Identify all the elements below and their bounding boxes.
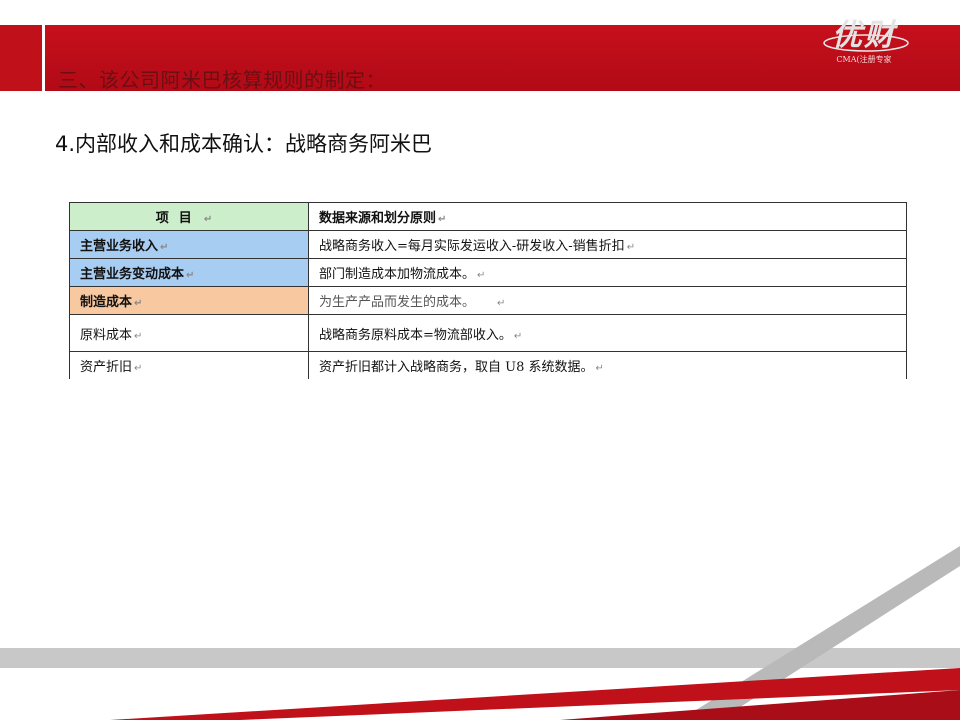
row-item-cell: 主营业务收入 ↵ (69, 230, 309, 259)
row-rule-text: 战略商务原料成本=物流部收入。 (319, 327, 512, 343)
return-mark-icon: ↵ (134, 330, 143, 342)
return-mark-icon: ↵ (513, 330, 523, 342)
return-mark-icon: ↵ (134, 298, 143, 309)
return-mark-icon: ↵ (626, 242, 636, 253)
table-row: 制造成本 ↵ 为生产产品而发生的成本。 ↵ (69, 286, 907, 315)
row-rule-cell: 资产折旧都计入战略商务，取自 U8 系统数据。 ↵ (308, 351, 907, 379)
row-rule-text: 部门制造成本加物流成本。 (319, 267, 476, 282)
section-title: 三、该公司阿米巴核算规则的制定： (58, 68, 386, 92)
slide: 三、该公司阿米巴核算规则的制定： 优财 CMA(注册专家 4.内部收入和成本确认… (0, 0, 960, 720)
logo-text: 优财 (832, 18, 896, 53)
table-row: 原料成本 ↵ 战略商务原料成本=物流部收入。 ↵ (69, 314, 907, 352)
row-item-cell: 制造成本 ↵ (69, 286, 309, 315)
table-header-row: 项目 ↵ 数据来源和划分原则 ↵ (69, 202, 907, 231)
row-rule-cell: 为生产产品而发生的成本。 ↵ (308, 286, 907, 315)
row-rule-cell: 部门制造成本加物流成本。 ↵ (308, 258, 907, 287)
return-mark-icon: ↵ (438, 214, 447, 225)
table-row: 主营业务变动成本 ↵ 部门制造成本加物流成本。 ↵ (69, 258, 907, 287)
header-cell-item: 项目 ↵ (69, 202, 309, 231)
table-row: 主营业务收入 ↵ 战略商务收入=每月实际发运收入-研发收入-销售折扣 ↵ (69, 230, 907, 259)
table-row: 资产折旧 ↵ 资产折旧都计入战略商务，取自 U8 系统数据。 ↵ (69, 351, 907, 379)
header-left-tab (0, 25, 45, 91)
return-mark-icon: ↵ (595, 363, 604, 374)
row-item-cell: 资产折旧 ↵ (69, 351, 309, 379)
row-item-label: 主营业务变动成本 (80, 267, 185, 282)
header-cell-rule: 数据来源和划分原则 ↵ (308, 202, 907, 231)
row-rule-cell: 战略商务收入=每月实际发运收入-研发收入-销售折扣 ↵ (308, 230, 907, 259)
logo-subtext: CMA(注册专家 (836, 55, 892, 64)
row-item-label: 原料成本 (80, 327, 133, 343)
rules-table: 项目 ↵ 数据来源和划分原则 ↵ 主营业务收入 ↵ 战略商务收入=每月实际发运收入-研… (69, 202, 907, 379)
row-item-cell: 原料成本 ↵ (69, 314, 309, 352)
row-rule-cell: 战略商务原料成本=物流部收入。 ↵ (308, 314, 907, 352)
row-rule-text: 战略商务收入=每月实际发运收入-研发收入-销售折扣 (319, 239, 625, 254)
header-rule-label: 数据来源和划分原则 (319, 211, 437, 226)
header-item-label: 项目 (155, 211, 202, 226)
row-item-label: 资产折旧 (80, 360, 133, 375)
return-mark-icon: ↵ (203, 214, 223, 225)
company-logo: 优财 CMA(注册专家 (816, 10, 912, 68)
return-mark-icon: ↵ (497, 298, 506, 309)
page-subtitle: 4.内部收入和成本确认：战略商务阿米巴 (55, 132, 433, 156)
row-rule-text: 资产折旧都计入战略商务，取自 U8 系统数据。 (319, 360, 594, 375)
return-mark-icon: ↵ (160, 242, 169, 253)
return-mark-icon: ↵ (186, 270, 195, 281)
footer-decoration (0, 546, 960, 720)
row-item-label: 主营业务收入 (80, 239, 159, 254)
row-item-cell: 主营业务变动成本 ↵ (69, 258, 309, 287)
row-item-label: 制造成本 (80, 295, 133, 310)
return-mark-icon: ↵ (134, 363, 143, 374)
return-mark-icon: ↵ (477, 270, 486, 281)
row-rule-text: 为生产产品而发生的成本。 (319, 295, 476, 310)
